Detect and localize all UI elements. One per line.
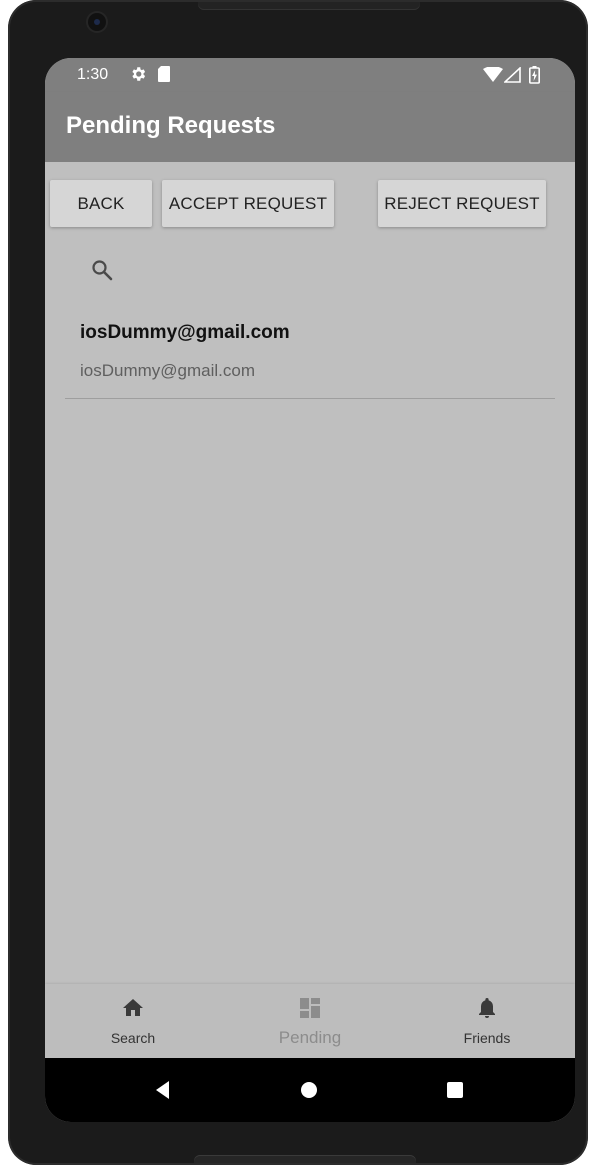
- request-subtitle: iosDummy@gmail.com: [80, 361, 256, 380]
- sd-card-icon: [157, 65, 171, 88]
- screen: 1:30 Pending Requests BACK ACCEPT REQUES…: [45, 58, 575, 1122]
- back-button[interactable]: BACK: [50, 180, 152, 227]
- nav-label-search: Search: [110, 1030, 156, 1046]
- home-icon: [121, 996, 145, 1020]
- bell-icon: [475, 996, 499, 1020]
- battery-charging-icon: [529, 66, 540, 89]
- speaker-grille: [194, 1155, 416, 1164]
- status-time: 1:30: [77, 66, 109, 83]
- recents-square-icon[interactable]: [443, 1078, 467, 1102]
- nav-item-search[interactable]: Search: [45, 984, 221, 1058]
- nav-label-friends: Friends: [463, 1030, 511, 1046]
- nav-item-friends[interactable]: Friends: [399, 984, 575, 1058]
- back-triangle-icon[interactable]: [151, 1078, 175, 1102]
- request-list-item[interactable]: iosDummy@gmail.com iosDummy@gmail.com: [65, 312, 555, 399]
- home-circle-icon[interactable]: [297, 1078, 321, 1102]
- reject-request-button[interactable]: REJECT REQUEST: [378, 180, 546, 227]
- gear-icon: [129, 65, 147, 88]
- device-frame: 1:30 Pending Requests BACK ACCEPT REQUES…: [8, 0, 588, 1165]
- dashboard-icon: [298, 996, 322, 1020]
- status-bar: 1:30: [45, 58, 575, 92]
- system-navigation-bar: [45, 1058, 575, 1122]
- front-camera: [88, 13, 106, 31]
- bottom-navigation: Search Pending Friends: [45, 984, 575, 1058]
- nav-item-pending[interactable]: Pending: [222, 984, 398, 1058]
- nav-label-pending: Pending: [278, 1028, 342, 1047]
- signal-icon: [502, 66, 522, 88]
- app-bar: Pending Requests: [45, 92, 575, 162]
- page-title: Pending Requests: [66, 112, 276, 139]
- earpiece: [198, 2, 420, 10]
- request-title: iosDummy@gmail.com: [80, 322, 290, 343]
- wifi-icon: [483, 66, 503, 88]
- search-icon[interactable]: [90, 258, 114, 282]
- main-content: BACK ACCEPT REQUEST REJECT REQUEST iosDu…: [45, 162, 575, 984]
- accept-request-button[interactable]: ACCEPT REQUEST: [162, 180, 334, 227]
